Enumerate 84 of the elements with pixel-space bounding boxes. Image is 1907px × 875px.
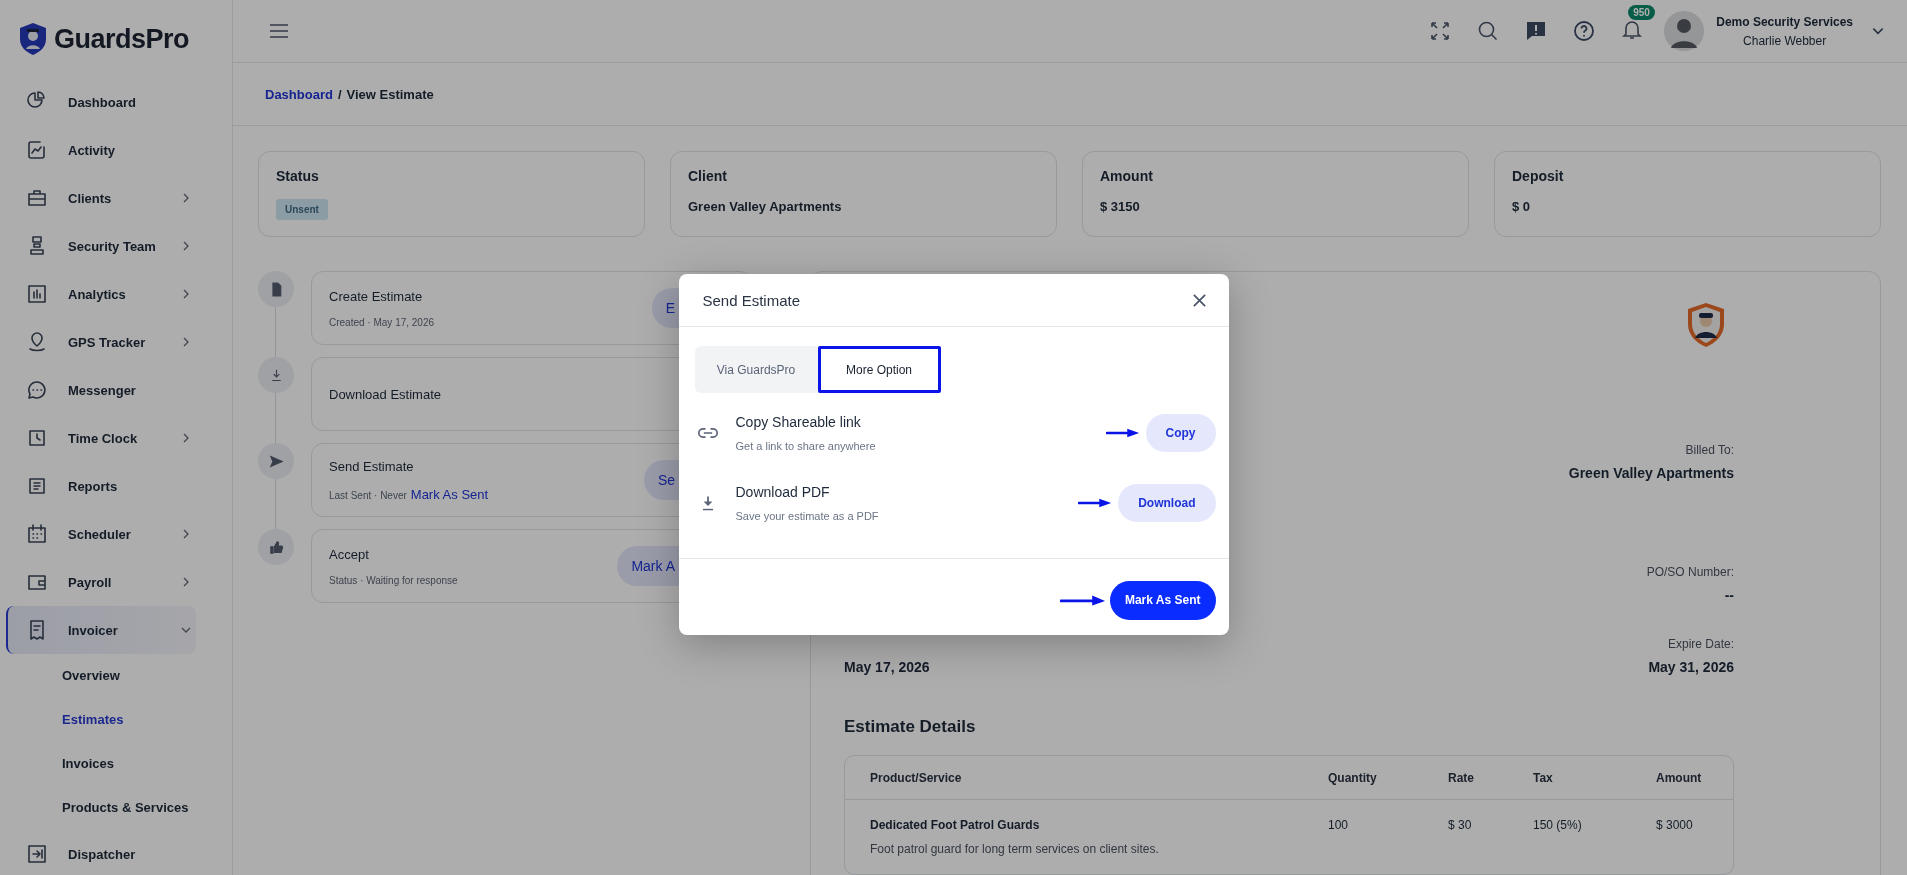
option-button[interactable]: Copy xyxy=(1145,414,1216,452)
table-cell-text: 100 xyxy=(1328,818,1350,834)
column-header: Quantity xyxy=(1328,770,1378,785)
help-icon[interactable] xyxy=(1572,19,1597,43)
submenu-item[interactable]: Invoices xyxy=(6,742,232,786)
sidebar-item[interactable]: Security Team xyxy=(6,222,196,270)
breadcrumb-current: View Estimate xyxy=(346,86,434,102)
step-subtitle: Created · May 17, 2026 xyxy=(329,316,435,328)
shield-logo-icon xyxy=(18,22,48,56)
menu-icon[interactable] xyxy=(269,23,289,39)
dialog-tab[interactable]: More Option xyxy=(817,346,941,393)
menu-item-icon xyxy=(25,378,49,402)
option-description: Get a link to share anywhere xyxy=(735,440,877,452)
arrow-icon xyxy=(1059,594,1106,606)
card-value: $ 3150 xyxy=(1100,199,1140,214)
step-title: Send Estimate xyxy=(329,458,415,474)
option-title: Copy Shareable link xyxy=(735,414,862,430)
user-name: Charlie Webber xyxy=(1743,33,1827,48)
dialog-tab[interactable]: Via GuardsPro xyxy=(694,346,818,393)
step-subtitle: Status · Waiting for response xyxy=(329,574,458,586)
sidebar-item[interactable]: Invoicer xyxy=(6,606,196,654)
sidebar-item[interactable]: GPS Tracker xyxy=(6,318,196,366)
field-label: Billed To: xyxy=(1685,443,1734,457)
card-title: Status xyxy=(276,168,319,184)
close-icon[interactable] xyxy=(1191,292,1207,308)
sidebar-item[interactable]: Messenger xyxy=(6,366,196,414)
sidebar-item[interactable]: Dashboard xyxy=(6,78,196,126)
step-title: Download Estimate xyxy=(329,386,442,402)
brand-name: GuardsPro xyxy=(54,23,190,55)
column-header: Rate xyxy=(1448,770,1475,785)
breadcrumb-link[interactable]: Dashboard xyxy=(265,86,333,102)
arrow-icon xyxy=(1078,497,1113,509)
dialog-title: Send Estimate xyxy=(702,291,801,309)
card-title: Amount xyxy=(1100,168,1153,184)
table-cell-text: 150 (5%) xyxy=(1533,818,1583,834)
sidebar-item[interactable]: Analytics xyxy=(6,270,196,318)
card-value: $ 0 xyxy=(1512,199,1531,214)
date-issued-value: May 17, 2026 xyxy=(844,659,930,675)
option-description: Save your estimate as a PDF xyxy=(735,510,880,522)
link-icon xyxy=(697,425,718,441)
expire-date-value: May 31, 2026 xyxy=(1648,659,1734,675)
company-name: Demo Security Services xyxy=(1716,14,1853,29)
step-title: Accept xyxy=(329,546,370,562)
breadcrumb-separator: / xyxy=(337,86,342,102)
field-label: Expire Date: xyxy=(1667,637,1734,651)
menu-item-icon xyxy=(25,842,49,866)
column-header: Amount xyxy=(1656,770,1703,785)
avatar-icon[interactable] xyxy=(1664,11,1705,51)
mark-as-sent-button[interactable]: Mark As Sent xyxy=(1109,580,1216,620)
product-description: Foot patrol guard for long term services on client sites. xyxy=(870,842,1160,856)
sidebar-item[interactable]: Reports xyxy=(6,462,196,510)
table-cell-text: $ 30 xyxy=(1448,818,1473,834)
step-title: Create Estimate xyxy=(329,288,424,304)
product-name: Dedicated Foot Patrol Guards xyxy=(870,818,1041,832)
submenu-item[interactable]: Products & Services xyxy=(6,786,232,830)
arrow-icon xyxy=(1105,427,1140,439)
menu-item-icon xyxy=(25,522,49,546)
option-button[interactable]: Download xyxy=(1118,484,1216,522)
sidebar-item[interactable]: Payroll xyxy=(6,558,196,606)
notification-badge: 950 xyxy=(1628,5,1655,20)
column-header: Product/Service xyxy=(869,770,963,785)
step-subtitle: Last Sent · Never xyxy=(329,489,407,501)
sidebar-item[interactable]: Activity xyxy=(6,126,196,174)
step-icon xyxy=(267,538,285,556)
sidebar-item[interactable]: Clients xyxy=(6,174,196,222)
card-value: Green Valley Apartments xyxy=(688,199,842,214)
section-heading: Estimate Details xyxy=(844,717,977,737)
table-cell-text: $ 3000 xyxy=(1656,818,1694,834)
mark-as-sent-link[interactable]: Mark As Sent xyxy=(410,486,489,502)
status-badge: Unsent xyxy=(276,199,328,220)
po-number-value: -- xyxy=(1724,587,1734,603)
sidebar-item[interactable]: Time Clock xyxy=(6,414,196,462)
card-title: Deposit xyxy=(1512,168,1564,184)
submenu-item[interactable]: Overview xyxy=(6,654,232,698)
option-title: Download PDF xyxy=(735,484,831,500)
billed-to-value: Green Valley Apartments xyxy=(1568,465,1734,481)
card-title: Client xyxy=(688,168,727,184)
guard-badge-logo-icon xyxy=(1686,302,1726,348)
menu-item-icon xyxy=(25,282,49,306)
column-header: Tax xyxy=(1533,770,1554,785)
sidebar-item[interactable]: Scheduler xyxy=(6,510,196,558)
sidebar-item[interactable]: Dispatcher xyxy=(6,830,196,875)
submenu-item[interactable]: Estimates xyxy=(6,698,232,742)
field-label: PO/SO Number: xyxy=(1646,565,1734,579)
